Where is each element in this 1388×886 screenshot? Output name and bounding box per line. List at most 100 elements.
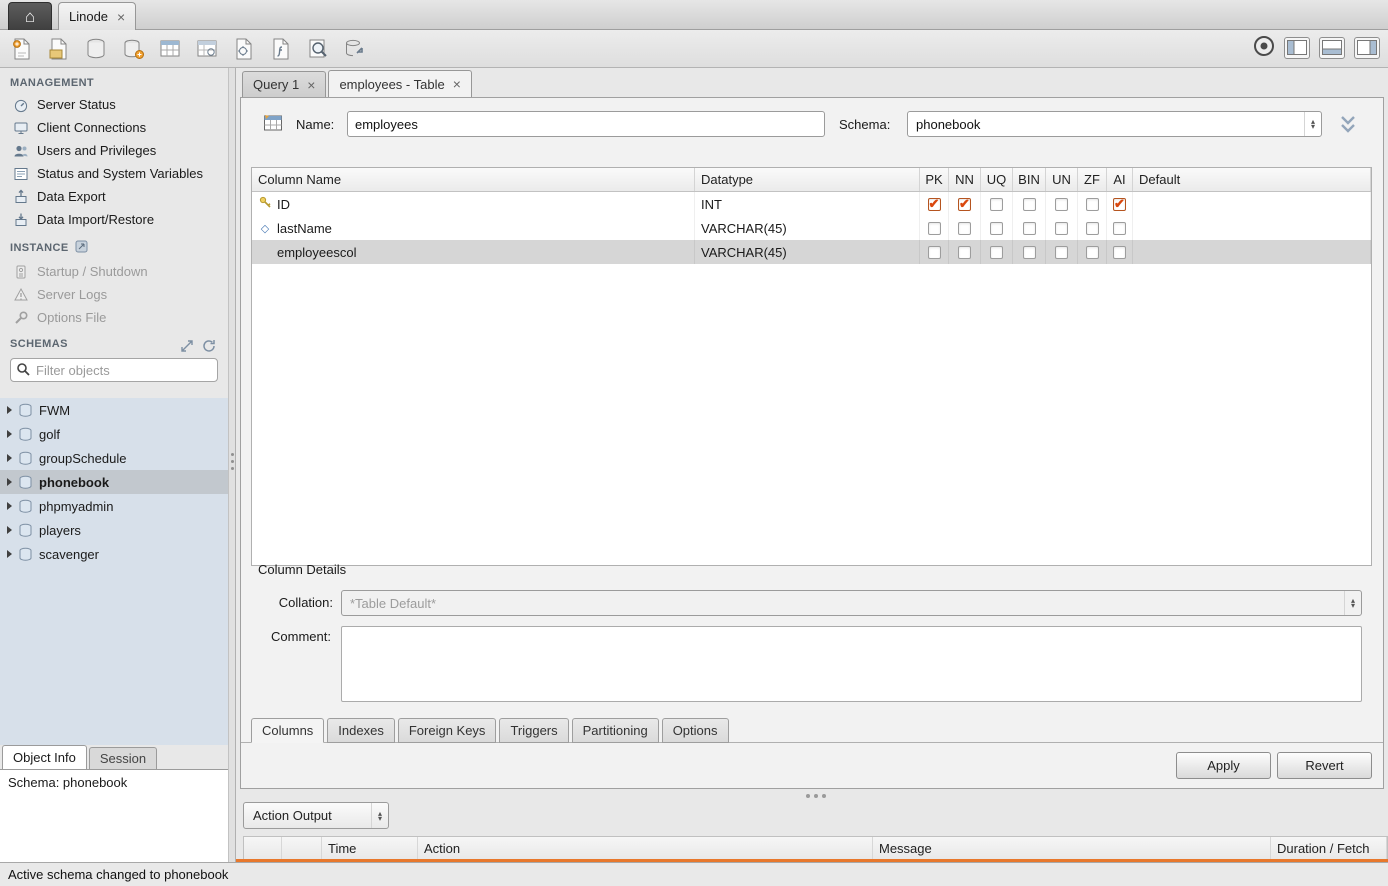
zf-checkbox[interactable] — [1086, 222, 1099, 235]
bottom-splitter-handle[interactable] — [806, 794, 810, 798]
schema-row-fwm[interactable]: FWM — [0, 398, 228, 422]
nn-checkbox[interactable] — [958, 222, 971, 235]
close-icon[interactable]: × — [307, 77, 315, 93]
sidebar-item-data-export[interactable]: Data Export — [0, 185, 228, 208]
sidebar-item-options-file[interactable]: Options File — [0, 306, 228, 329]
schema-row-players[interactable]: players — [0, 518, 228, 542]
expander-icon[interactable] — [7, 430, 12, 438]
connection-tab-linode[interactable]: Linode × — [58, 2, 136, 30]
ai-checkbox[interactable] — [1113, 222, 1126, 235]
column-name-cell[interactable]: employeescol — [252, 240, 695, 264]
default-cell[interactable] — [1133, 216, 1371, 240]
tab-options[interactable]: Options — [662, 718, 729, 743]
create-table-icon[interactable] — [155, 35, 185, 63]
collapse-header-icon[interactable] — [1337, 114, 1359, 139]
column-row-lastname[interactable]: ◇ lastName VARCHAR(45) — [252, 216, 1371, 240]
zf-checkbox[interactable] — [1086, 246, 1099, 259]
uq-checkbox[interactable] — [990, 246, 1003, 259]
sidebar-item-data-import[interactable]: Data Import/Restore — [0, 208, 228, 231]
bin-checkbox[interactable] — [1023, 246, 1036, 259]
expand-schemas-icon[interactable] — [180, 339, 194, 356]
stepper-icon[interactable]: ▴▾ — [1344, 591, 1361, 615]
schema-row-phonebook[interactable]: phonebook — [0, 470, 228, 494]
tab-object-info[interactable]: Object Info — [2, 745, 87, 769]
expander-icon[interactable] — [7, 406, 12, 414]
ai-checkbox[interactable] — [1113, 246, 1126, 259]
tab-indexes[interactable]: Indexes — [327, 718, 395, 743]
schema-filter-input[interactable] — [34, 362, 214, 379]
expander-icon[interactable] — [7, 502, 12, 510]
default-cell[interactable] — [1133, 192, 1371, 216]
expander-icon[interactable] — [7, 526, 12, 534]
un-checkbox[interactable] — [1055, 246, 1068, 259]
uq-checkbox[interactable] — [990, 222, 1003, 235]
stepper-icon[interactable]: ▴▾ — [371, 803, 388, 828]
tab-foreign-keys[interactable]: Foreign Keys — [398, 718, 497, 743]
tab-employees-table[interactable]: employees - Table × — [328, 70, 471, 97]
tab-columns[interactable]: Columns — [251, 718, 324, 743]
revert-button[interactable]: Revert — [1277, 752, 1372, 779]
create-procedure-icon[interactable] — [229, 35, 259, 63]
sidebar-splitter[interactable] — [228, 68, 236, 862]
schema-row-golf[interactable]: golf — [0, 422, 228, 446]
ai-checkbox[interactable] — [1113, 198, 1126, 211]
column-row-employeescol[interactable]: employeescol VARCHAR(45) — [252, 240, 1371, 264]
datatype-cell[interactable]: VARCHAR(45) — [695, 240, 920, 264]
output-view-select[interactable]: Action Output ▴▾ — [243, 802, 389, 829]
nn-checkbox[interactable] — [958, 198, 971, 211]
column-name-cell[interactable]: ID — [252, 192, 695, 216]
schema-row-groupschedule[interactable]: groupSchedule — [0, 446, 228, 470]
create-function-icon[interactable] — [266, 35, 296, 63]
connect-database-icon[interactable] — [81, 35, 111, 63]
tab-session[interactable]: Session — [89, 747, 157, 769]
sidebar-item-startup-shutdown[interactable]: Startup / Shutdown — [0, 260, 228, 283]
tab-partitioning[interactable]: Partitioning — [572, 718, 659, 743]
sidebar-item-users-privileges[interactable]: Users and Privileges — [0, 139, 228, 162]
un-checkbox[interactable] — [1055, 198, 1068, 211]
sidebar-item-status-system-variables[interactable]: Status and System Variables — [0, 162, 228, 185]
reconnect-server-icon[interactable] — [340, 35, 370, 63]
schema-select[interactable]: phonebook ▴▾ — [907, 111, 1322, 137]
refresh-schemas-icon[interactable] — [202, 339, 216, 356]
search-objects-icon[interactable] — [303, 35, 333, 63]
zf-checkbox[interactable] — [1086, 198, 1099, 211]
pk-checkbox[interactable] — [928, 246, 941, 259]
create-view-icon[interactable] — [192, 35, 222, 63]
bin-checkbox[interactable] — [1023, 198, 1036, 211]
close-icon[interactable]: × — [117, 9, 125, 25]
tab-triggers[interactable]: Triggers — [499, 718, 568, 743]
un-checkbox[interactable] — [1055, 222, 1068, 235]
sidebar-item-server-logs[interactable]: Server Logs — [0, 283, 228, 306]
column-name-cell[interactable]: ◇ lastName — [252, 216, 695, 240]
collation-select[interactable]: *Table Default* ▴▾ — [341, 590, 1362, 616]
expander-icon[interactable] — [7, 478, 12, 486]
close-icon[interactable]: × — [453, 76, 461, 92]
expander-icon[interactable] — [7, 550, 12, 558]
expander-icon[interactable] — [7, 454, 12, 462]
tab-query-1[interactable]: Query 1 × — [242, 71, 326, 97]
pk-checkbox[interactable] — [928, 198, 941, 211]
table-name-input[interactable] — [347, 111, 825, 137]
default-cell[interactable] — [1133, 240, 1371, 264]
datatype-cell[interactable]: VARCHAR(45) — [695, 216, 920, 240]
status-indicator-icon[interactable] — [1253, 35, 1275, 60]
open-script-icon[interactable] — [44, 35, 74, 63]
pk-checkbox[interactable] — [928, 222, 941, 235]
toggle-right-panel-icon[interactable] — [1354, 37, 1380, 59]
column-row-id[interactable]: ID INT — [252, 192, 1371, 216]
toggle-bottom-panel-icon[interactable] — [1319, 37, 1345, 59]
create-schema-icon[interactable] — [118, 35, 148, 63]
schema-row-scavenger[interactable]: scavenger — [0, 542, 228, 566]
uq-checkbox[interactable] — [990, 198, 1003, 211]
apply-button[interactable]: Apply — [1176, 752, 1271, 779]
nn-checkbox[interactable] — [958, 246, 971, 259]
bin-checkbox[interactable] — [1023, 222, 1036, 235]
comment-textarea[interactable] — [341, 626, 1362, 702]
sidebar-item-client-connections[interactable]: Client Connections — [0, 116, 228, 139]
datatype-cell[interactable]: INT — [695, 192, 920, 216]
stepper-icon[interactable]: ▴▾ — [1304, 112, 1321, 136]
schema-row-phpmyadmin[interactable]: phpmyadmin — [0, 494, 228, 518]
new-query-tab-icon[interactable] — [7, 35, 37, 63]
sidebar-item-server-status[interactable]: Server Status — [0, 93, 228, 116]
home-tab[interactable]: ⌂ — [8, 2, 52, 30]
